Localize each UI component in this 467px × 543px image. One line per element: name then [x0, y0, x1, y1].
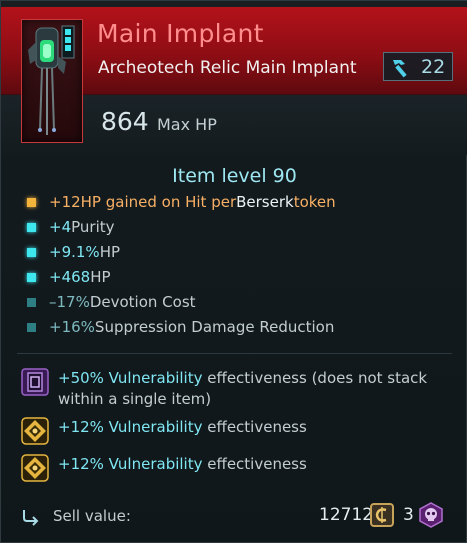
gold-ornate-icon	[21, 417, 49, 445]
stat-bullet-icon	[27, 272, 36, 282]
modifier-row: +12% Vulnerability effectiveness	[21, 454, 307, 482]
stat-bullet-icon	[27, 322, 36, 332]
sell-label: Sell value:	[53, 507, 131, 525]
stat-text: Berserk	[236, 193, 294, 211]
modifier-text: +12% Vulnerability effectiveness	[58, 418, 307, 436]
stat-value: +9.1%	[49, 243, 100, 261]
stat-value: +4	[49, 218, 72, 236]
sell-arrow-icon	[23, 510, 39, 526]
sell-value-row: Sell value: 12712 3	[1, 501, 467, 533]
stat-bullet-icon	[27, 297, 36, 307]
stat-bullet-icon	[27, 247, 36, 257]
sell-gold-value: 12712	[319, 505, 374, 525]
modifier-text: +12% Vulnerability effectiveness	[58, 455, 307, 473]
skull-currency-icon	[419, 502, 443, 528]
stat-line: +9.1% HP	[27, 241, 120, 263]
divider	[17, 353, 452, 354]
purple-chip-icon	[21, 368, 49, 396]
sell-skull-count: 3	[403, 505, 414, 525]
stat-line: +4 Purity	[27, 216, 115, 238]
stat-value: +468	[49, 268, 91, 286]
item-image-frame	[21, 19, 83, 143]
item-count: 22	[421, 55, 446, 78]
modifier-row: +12% Vulnerability effectiveness	[21, 417, 307, 445]
stat-text: token	[293, 193, 336, 211]
stat-bullet-icon	[27, 197, 36, 207]
stat-line: –17% Devotion Cost	[27, 291, 196, 313]
item-level: Item level 90	[172, 165, 297, 187]
gold-ornate-icon	[21, 454, 49, 482]
stat-text: Purity	[71, 218, 115, 236]
stat-text: Suppression Damage Reduction	[94, 318, 335, 336]
modifier-text: +50% Vulnerability effectiveness (does n…	[58, 369, 428, 408]
item-tooltip: Main Implant Archeotech Relic Main Impla…	[0, 0, 467, 543]
stat-line: +468 HP	[27, 266, 111, 288]
stat-value: –17%	[49, 293, 90, 311]
item-type: Archeotech Relic Main Implant	[98, 58, 357, 78]
stat-value: +16%	[49, 318, 95, 336]
implant-icon	[28, 25, 75, 135]
stat-line: +12 HP gained on Hit per Berserk token	[27, 191, 336, 213]
stat-value: +12	[49, 193, 81, 211]
stat-bullet-icon	[27, 222, 36, 232]
stat-text: HP gained on Hit per	[80, 193, 237, 211]
stat-text: HP	[99, 243, 121, 261]
gold-coin-icon	[370, 503, 394, 527]
item-name: Main Implant	[97, 19, 264, 48]
stat-text: Devotion Cost	[89, 293, 196, 311]
hammer-icon	[393, 59, 407, 77]
max-hp-label: Max HP	[157, 115, 217, 134]
stat-text: HP	[90, 268, 111, 286]
item-count-badge: 22	[383, 52, 453, 81]
max-hp-value: 864	[101, 107, 149, 136]
stat-line: +16% Suppression Damage Reduction	[27, 316, 334, 338]
modifier-row: +50% Vulnerability effectiveness (does n…	[21, 368, 427, 410]
